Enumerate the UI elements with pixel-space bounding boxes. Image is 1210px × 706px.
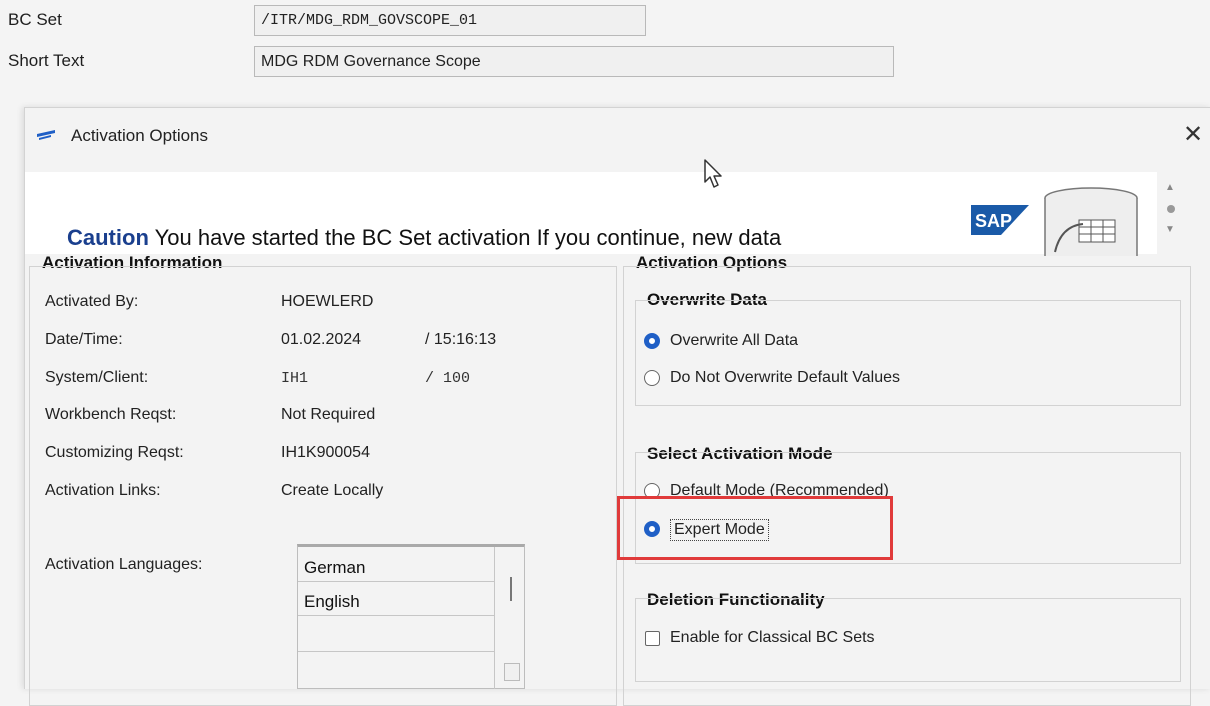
languages-table[interactable]: German English [297,544,525,689]
mouse-cursor-icon [704,159,722,188]
scroll-thumb[interactable] [1167,205,1175,213]
bc-set-label: BC Set [8,10,62,29]
activated-by-value: HOEWLERD [281,293,374,310]
sap-logo: SAP [971,205,1029,235]
caution-label: Caution [67,225,149,250]
customizing-reqst-value: IH1K900054 [281,444,370,461]
database-icon [1044,187,1138,256]
customizing-reqst-label: Customizing Reqst: [45,444,184,461]
overwrite-all-radio[interactable] [644,333,660,349]
activated-by-label: Activated By: [45,293,139,310]
svg-text:SAP: SAP [975,211,1012,231]
activation-options-dialog: Activation Options ✕ Caution You have st… [24,107,1210,706]
client-value: / 100 [425,370,471,387]
dialog-title: Activation Options [71,126,209,145]
overwrite-data-group [635,300,1181,406]
short-text-label: Short Text [8,51,85,70]
activation-languages-label: Activation Languages: [45,556,203,573]
bc-set-field[interactable]: /ITR/MDG_RDM_GOVSCOPE_01 [254,5,646,36]
date-time-label: Date/Time: [45,331,123,348]
caution-message: Caution You have started the BC Set acti… [67,225,781,251]
workbench-reqst-label: Workbench Reqst: [45,406,177,423]
sap-dialog-icon [37,130,55,140]
classical-bc-sets-checkbox[interactable] [645,631,660,646]
scroll-up-arrow[interactable]: ▲ [1165,182,1175,193]
classical-bc-sets-label[interactable]: Enable for Classical BC Sets [670,629,875,647]
do-not-overwrite-label[interactable]: Do Not Overwrite Default Values [670,369,900,387]
language-row[interactable]: German [304,558,365,578]
scroll-down-arrow[interactable]: ▼ [1165,224,1175,235]
overwrite-all-label[interactable]: Overwrite All Data [670,332,798,350]
language-row[interactable]: English [304,592,360,612]
languages-scrollbar[interactable] [510,577,512,601]
do-not-overwrite-radio[interactable] [644,370,660,386]
short-text-field[interactable]: MDG RDM Governance Scope [254,46,894,77]
activation-links-value: Create Locally [281,482,384,499]
time-value: / 15:16:13 [425,331,497,348]
expert-mode-highlight [617,496,893,560]
system-value: IH1 [281,370,309,387]
workbench-reqst-value: Not Required [281,406,376,423]
close-icon[interactable]: ✕ [1183,120,1203,149]
date-value: 01.02.2024 [281,331,362,348]
activation-links-label: Activation Links: [45,482,161,499]
caution-text: You have started the BC Set activation I… [148,225,782,250]
system-client-label: System/Client: [45,369,149,386]
